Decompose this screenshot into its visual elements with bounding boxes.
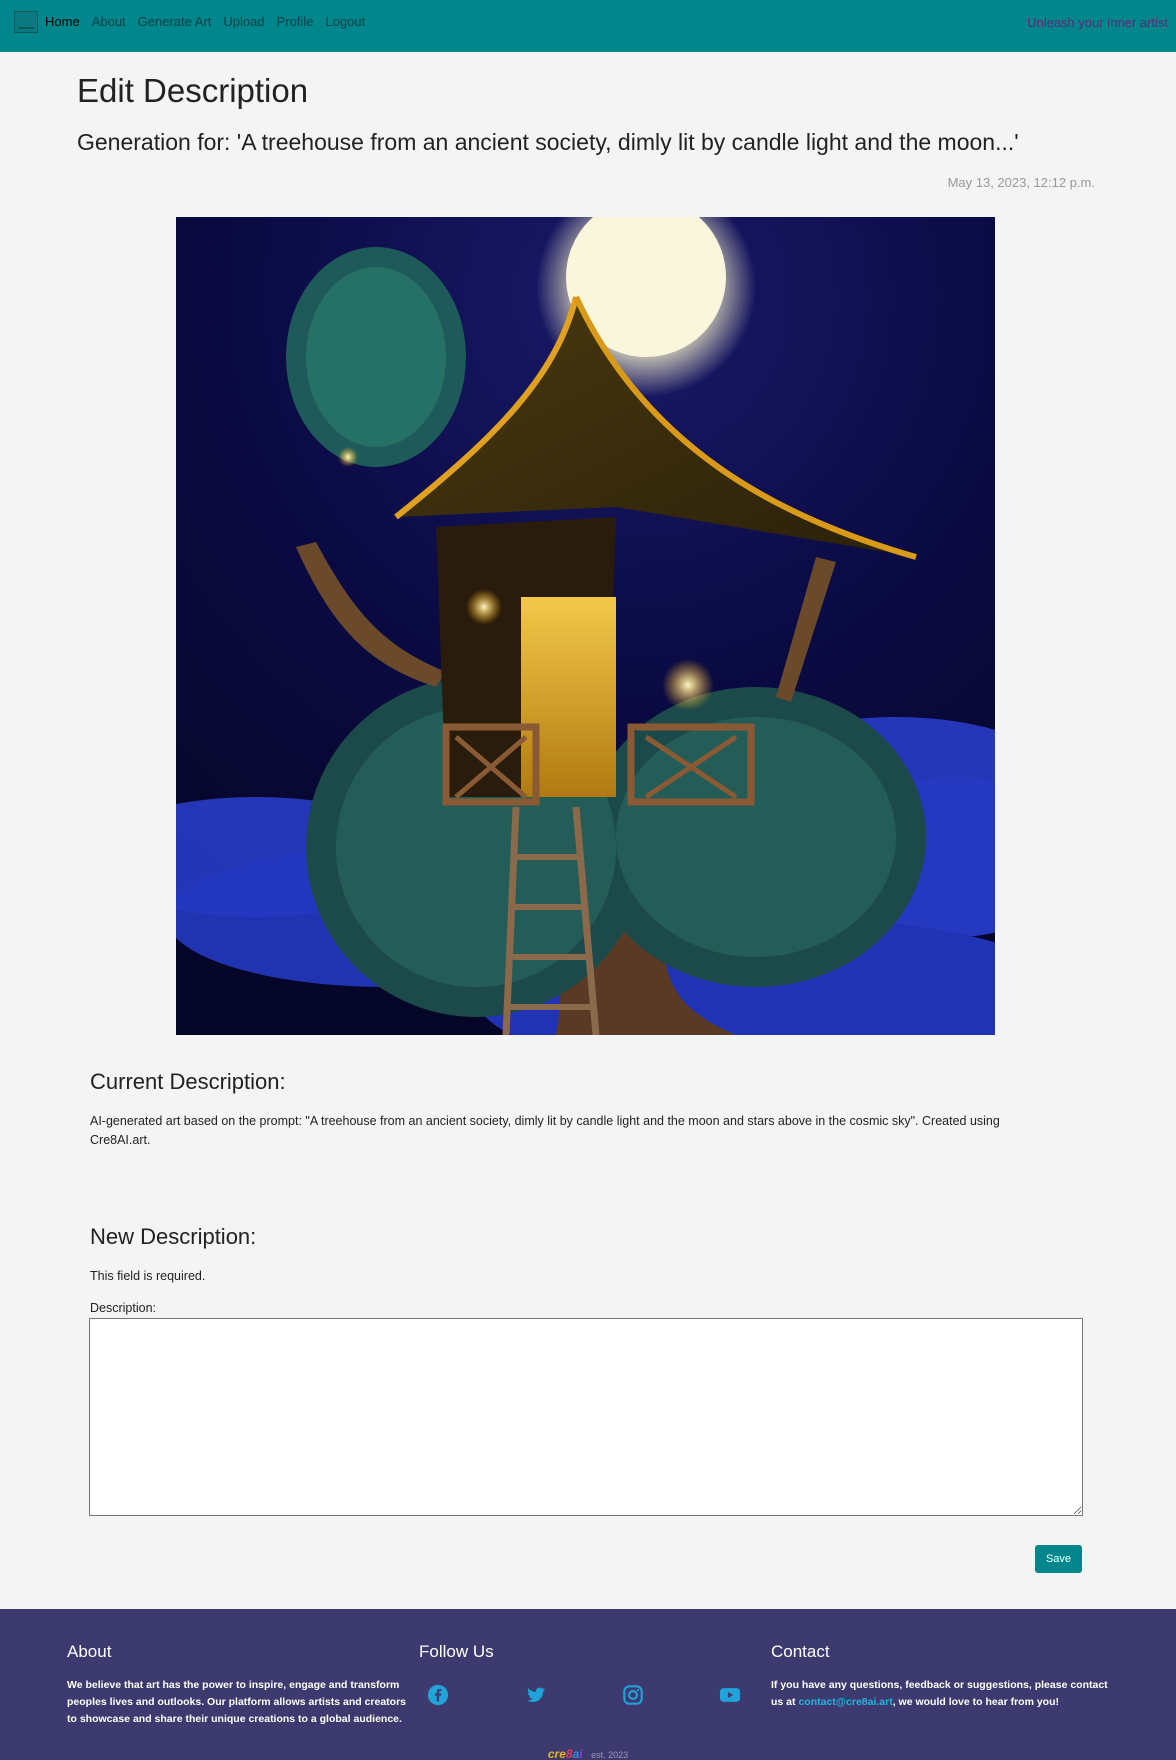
instagram-icon[interactable] <box>622 1684 644 1706</box>
nav-links: Home About Generate Art Upload Profile L… <box>45 14 377 29</box>
save-button[interactable]: Save <box>1035 1545 1082 1573</box>
contact-email-link[interactable]: contact@cre8ai.art <box>798 1696 892 1708</box>
facebook-icon[interactable] <box>427 1684 449 1706</box>
footer: About We believe that art has the power … <box>0 1609 1176 1760</box>
twitter-icon[interactable] <box>525 1684 547 1706</box>
new-description-heading: New Description: <box>90 1224 257 1249</box>
footer-contact-heading: Contact <box>771 1642 830 1661</box>
navbar: Home About Generate Art Upload Profile L… <box>0 0 1176 52</box>
current-description-text: AI-generated art based on the prompt: "A… <box>90 1114 1000 1147</box>
description-textarea[interactable] <box>89 1318 1083 1516</box>
footer-about-text: We believe that art has the power to ins… <box>67 1679 407 1725</box>
generation-date: May 13, 2023, 12:12 p.m. <box>947 175 1095 190</box>
footer-follow-heading: Follow Us <box>419 1642 494 1661</box>
nav-generate-art[interactable]: Generate Art <box>138 14 212 29</box>
nav-upload[interactable]: Upload <box>223 14 264 29</box>
footer-contact-text: If you have any questions, feedback or s… <box>771 1677 1111 1711</box>
generated-artwork-image <box>176 217 995 1035</box>
footer-contact-text-after: , we would love to hear from you! <box>892 1696 1059 1708</box>
generation-title: Generation for: 'A treehouse from an anc… <box>77 129 1019 155</box>
nav-profile[interactable]: Profile <box>277 14 314 29</box>
required-field-message: This field is required. <box>90 1269 206 1283</box>
footer-brand: cre8ai est. 2023 <box>0 1747 1176 1760</box>
page-title: Edit Description <box>77 72 309 109</box>
nav-about[interactable]: About <box>92 14 126 29</box>
brand-est-text: est. 2023 <box>591 1750 629 1760</box>
nav-logout[interactable]: Logout <box>325 14 365 29</box>
description-label: Description: <box>90 1301 156 1315</box>
nav-home[interactable]: Home <box>45 14 80 29</box>
youtube-icon[interactable] <box>719 1684 741 1706</box>
footer-about-heading: About <box>67 1642 112 1661</box>
nav-tagline: Unleash your inner artist <box>1027 15 1168 30</box>
site-logo-icon[interactable] <box>14 11 38 33</box>
current-description-heading: Current Description: <box>90 1069 286 1094</box>
brand-logo[interactable]: cre8ai <box>548 1747 583 1760</box>
